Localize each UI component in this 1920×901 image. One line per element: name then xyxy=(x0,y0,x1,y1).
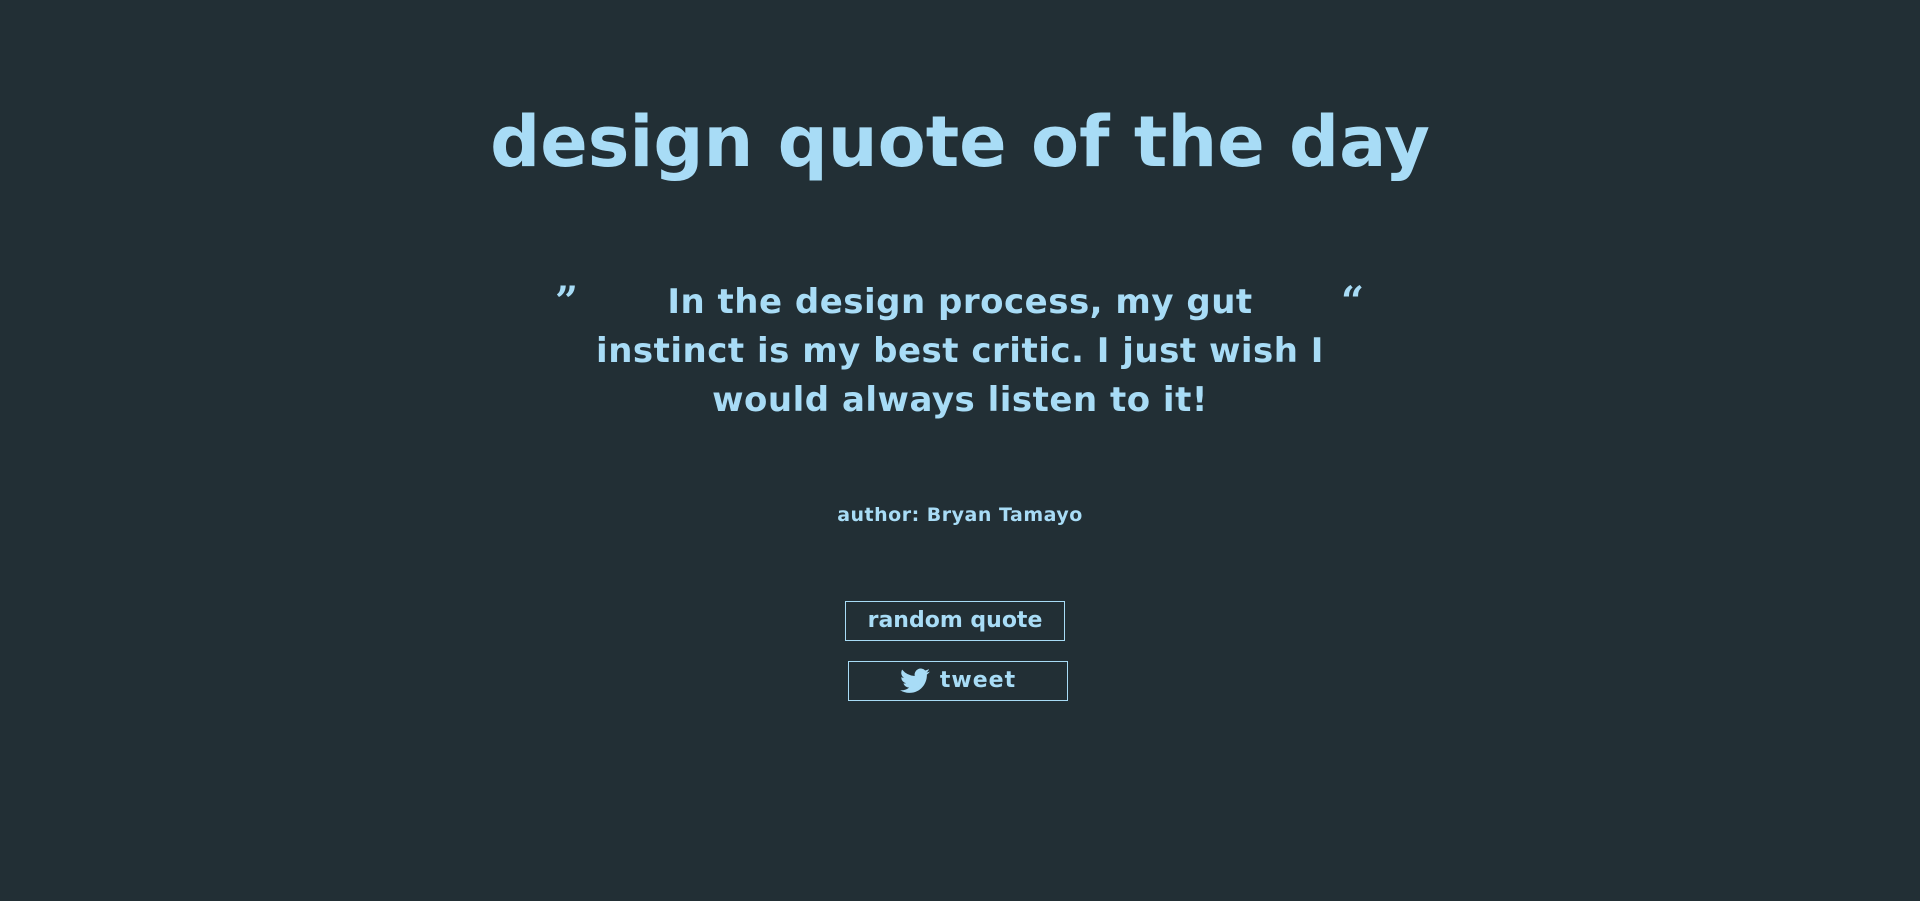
tweet-button[interactable]: tweet xyxy=(848,661,1068,701)
quote-close-icon: “ xyxy=(1340,278,1364,325)
random-quote-button[interactable]: random quote xyxy=(845,601,1065,641)
page: design quote of the day ” In the design … xyxy=(0,0,1920,901)
twitter-bird-icon xyxy=(899,668,930,694)
quote-author: author: Bryan Tamayo xyxy=(837,504,1083,526)
quote-text: In the design process, my gut instinct i… xyxy=(596,282,1324,420)
quote-block: ” In the design process, my gut instinct… xyxy=(550,278,1370,425)
tweet-button-label: tweet xyxy=(939,668,1017,693)
page-title: design quote of the day xyxy=(490,101,1430,183)
quote-open-icon: ” xyxy=(555,278,579,325)
